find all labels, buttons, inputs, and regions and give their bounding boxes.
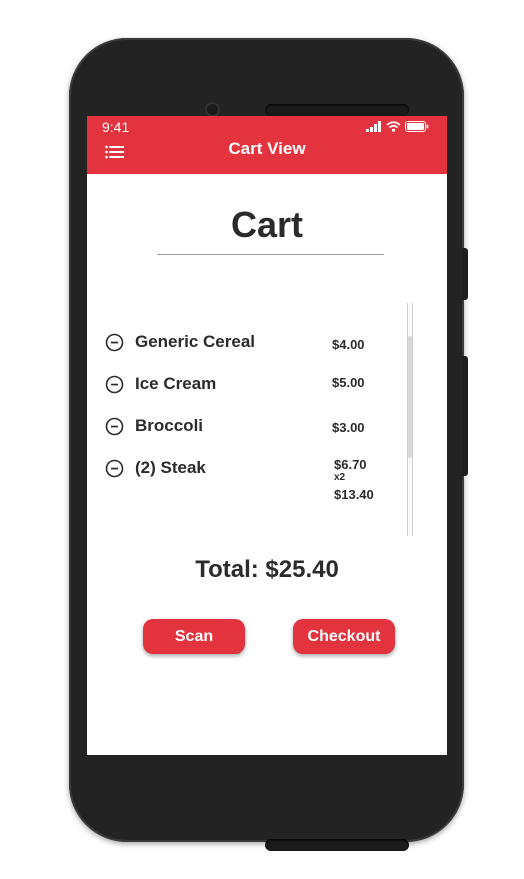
cart-item: Generic Cereal $4.00 (105, 332, 405, 358)
app-screen: 9:41 Cart View Cart Generic Cereal $4.00… (87, 116, 447, 755)
status-icons (366, 121, 429, 132)
status-time: 9:41 (102, 119, 130, 135)
app-bar: 9:41 Cart View (87, 116, 447, 174)
cart-item: (2) Steak $6.70 x2 $13.40 (105, 457, 405, 508)
item-name: Generic Cereal (135, 332, 256, 351)
item-subtotal: $13.40 (334, 487, 374, 502)
cart-scroll-thumb[interactable] (408, 336, 412, 458)
remove-item-icon[interactable] (105, 375, 124, 394)
item-price: $3.00 (332, 420, 365, 435)
item-quantity: x2 (334, 472, 346, 483)
item-name: Broccoli (135, 416, 204, 435)
cart-item: Ice Cream $5.00 (105, 374, 405, 400)
front-camera (205, 102, 220, 117)
battery-icon (405, 121, 429, 132)
item-price: $5.00 (332, 375, 365, 390)
item-price: $6.70 (334, 457, 367, 472)
page-title: Cart (230, 204, 304, 245)
cart-item: Broccoli $3.00 (105, 416, 405, 442)
checkout-button[interactable]: Checkout (293, 619, 395, 654)
bottom-speaker (265, 839, 409, 851)
volume-button (462, 356, 468, 476)
item-price: $4.00 (332, 337, 365, 352)
signal-icon (366, 121, 381, 132)
remove-item-icon[interactable] (105, 417, 124, 436)
earpiece-speaker (265, 104, 409, 116)
power-button (462, 248, 468, 300)
item-name: (2) Steak (135, 458, 206, 477)
remove-item-icon[interactable] (105, 459, 124, 478)
item-name: Ice Cream (135, 374, 217, 393)
wifi-icon (386, 121, 401, 132)
cart-total: Total: $25.40 (195, 556, 339, 583)
remove-item-icon[interactable] (105, 333, 124, 352)
heading-divider (157, 254, 384, 255)
scan-button[interactable]: Scan (143, 619, 245, 654)
app-bar-title: Cart View (228, 139, 306, 158)
